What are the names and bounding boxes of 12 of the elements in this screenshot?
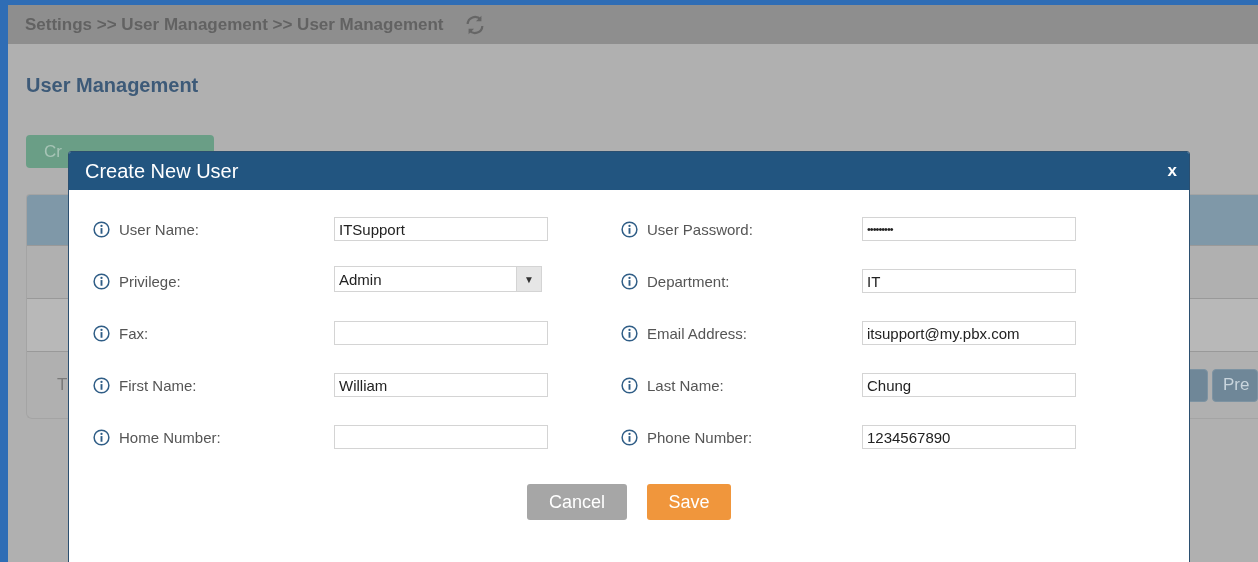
page-title: User Management [26, 74, 200, 97]
field-label: Phone Number: [647, 428, 754, 446]
field-label: Fax: [119, 324, 150, 342]
field-label: User Name: [119, 220, 201, 238]
field-label: Home Number: [119, 428, 222, 446]
field-label: Department: [647, 272, 731, 290]
field-label: Email Address: [647, 324, 749, 342]
field-label: Last Name: [647, 376, 725, 394]
field-label: Privilege: [119, 272, 182, 290]
field-label: User Password: [647, 220, 754, 238]
field-label: First Name: [119, 376, 198, 394]
dialog-title: Create New User [85, 159, 239, 183]
